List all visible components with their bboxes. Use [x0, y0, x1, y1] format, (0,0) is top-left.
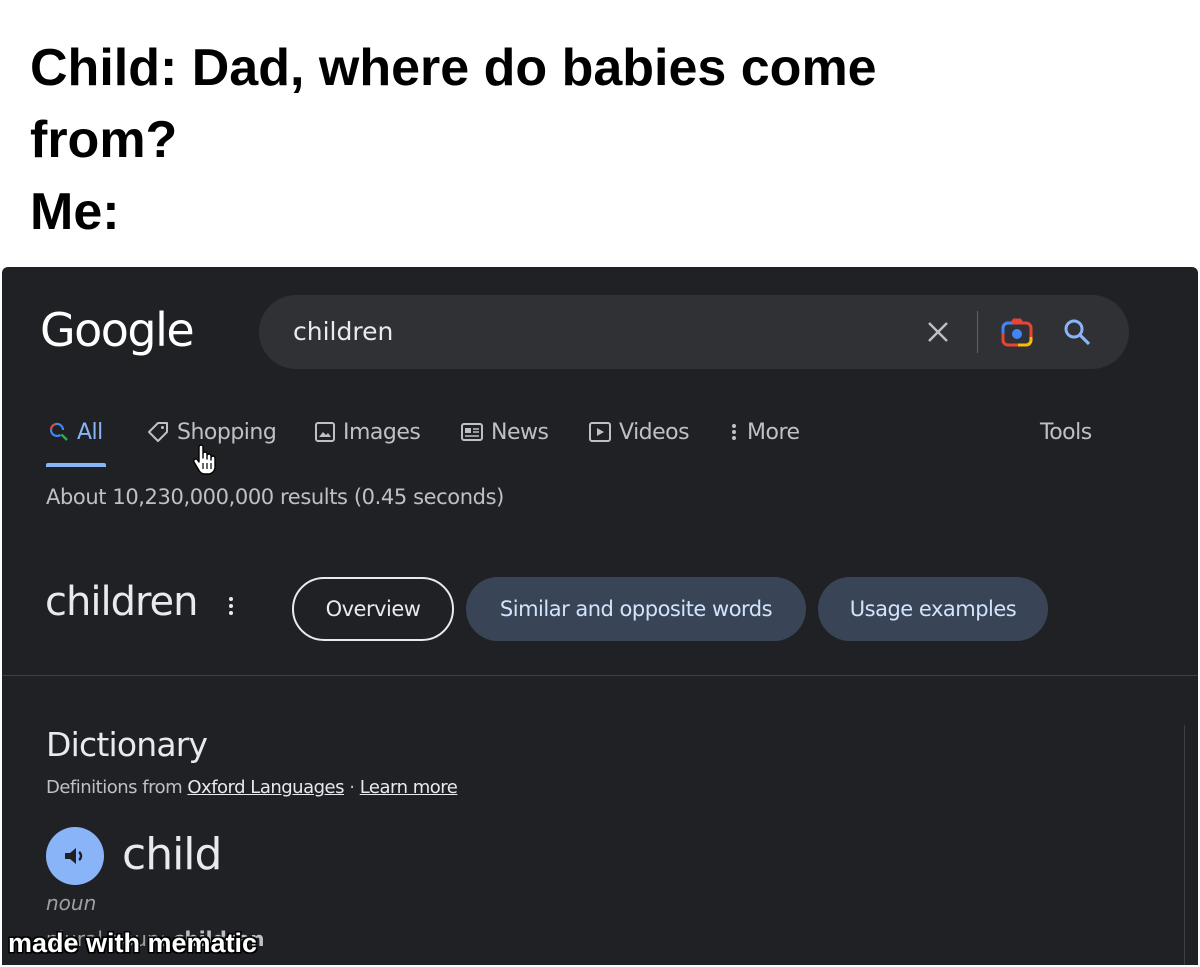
tab-all[interactable]: All: [48, 415, 103, 449]
dictionary-source: Definitions from Oxford Languages · Lear…: [46, 777, 458, 798]
tab-news-label: News: [491, 419, 549, 445]
learn-more-link[interactable]: Learn more: [360, 777, 458, 798]
dictionary-heading: Dictionary: [46, 725, 208, 764]
search-colored-icon: [49, 422, 68, 441]
more-options-icon[interactable]: [226, 595, 236, 617]
caption-line-3: Me:: [30, 183, 120, 241]
speaker-icon: [65, 848, 83, 864]
headword: child: [122, 829, 222, 880]
search-tabs: All Shopping Images News Videos More Too…: [2, 415, 1198, 455]
tab-images-label: Images: [343, 419, 421, 445]
caption-line-1: Child: Dad, where do babies come: [30, 39, 877, 97]
close-icon[interactable]: [914, 295, 962, 369]
newspaper-icon: [461, 423, 483, 441]
search-bar-separator: [977, 311, 978, 353]
tab-news[interactable]: News: [460, 415, 549, 449]
tab-shopping-label: Shopping: [177, 419, 277, 445]
camera-lens-icon[interactable]: [994, 295, 1040, 369]
caption-line-2: from?: [30, 111, 178, 169]
source-prefix: Definitions from: [46, 777, 183, 798]
speaker-button[interactable]: [46, 827, 104, 885]
part-of-speech: noun: [46, 891, 97, 915]
hand-pointer-icon: [193, 444, 216, 475]
tab-images[interactable]: Images: [314, 415, 421, 449]
chip-overview[interactable]: Overview: [292, 577, 454, 641]
more-vert-icon: [732, 424, 736, 440]
meme-caption: Child: Dad, where do babies come from? M…: [30, 32, 1150, 248]
chip-similar-opposite-words[interactable]: Similar and opposite words: [466, 577, 806, 641]
tab-videos[interactable]: Videos: [588, 415, 690, 449]
search-input[interactable]: children: [293, 295, 393, 369]
watermark: made with mematic: [8, 928, 258, 958]
google-logo[interactable]: Google: [40, 307, 195, 353]
tab-all-label: All: [77, 419, 103, 445]
source-separator: ·: [349, 777, 355, 798]
tools-button[interactable]: Tools: [1040, 415, 1092, 449]
search-icon[interactable]: [1054, 295, 1100, 369]
entity-title: children: [45, 579, 198, 625]
results-count: About 10,230,000,000 results (0.45 secon…: [46, 485, 504, 509]
image-icon: [315, 422, 335, 442]
play-icon: [589, 422, 611, 442]
section-divider: [2, 675, 1198, 676]
active-tab-indicator: [46, 463, 106, 467]
tab-more[interactable]: More: [728, 415, 800, 449]
oxford-languages-link[interactable]: Oxford Languages: [187, 777, 344, 798]
tab-videos-label: Videos: [619, 419, 690, 445]
tools-label: Tools: [1040, 419, 1092, 445]
panel-border: [1184, 725, 1185, 965]
tag-icon: [148, 422, 168, 442]
chip-usage-examples[interactable]: Usage examples: [818, 577, 1048, 641]
google-search-screenshot: Google children All Shopping Images News…: [2, 267, 1198, 965]
tab-more-label: More: [747, 419, 800, 445]
search-bar[interactable]: children: [259, 295, 1129, 369]
